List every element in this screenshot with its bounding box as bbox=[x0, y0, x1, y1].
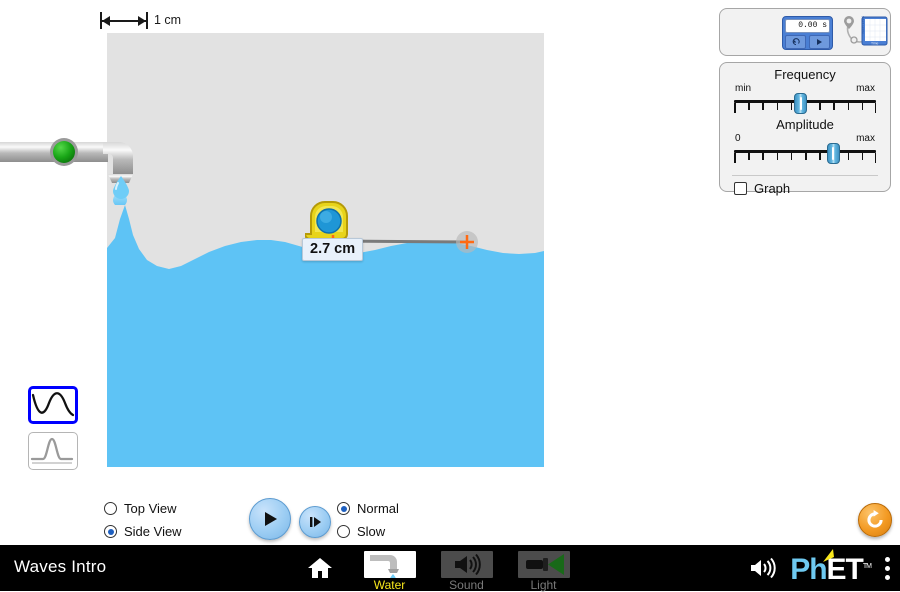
measuring-tape-readout: 2.7 cm bbox=[302, 238, 364, 261]
scale-bar: 1 cm bbox=[100, 10, 181, 30]
nav-tabs: Water Sound Light bbox=[300, 545, 571, 592]
radio-top-view-circle bbox=[104, 502, 117, 515]
tab-light[interactable]: Light bbox=[516, 545, 571, 592]
amplitude-ticks bbox=[734, 153, 876, 163]
radio-side-view-label: Side View bbox=[124, 524, 182, 539]
radio-normal-speed[interactable]: Normal bbox=[337, 498, 399, 519]
play-button[interactable] bbox=[249, 498, 291, 540]
faucet-knob bbox=[53, 141, 75, 163]
tab-sound-label: Sound bbox=[449, 578, 484, 592]
water-droplet-falling bbox=[113, 176, 129, 199]
reset-all-icon bbox=[867, 510, 883, 528]
radio-normal-label: Normal bbox=[357, 501, 399, 516]
amplitude-track-wrap[interactable] bbox=[734, 143, 876, 167]
toolbox-panel: 0.00 s Water Level Time bbox=[719, 8, 891, 56]
radio-slow-circle bbox=[337, 525, 350, 538]
scale-bar-right-arrow bbox=[138, 15, 146, 26]
phet-logo-tm: TM bbox=[862, 562, 872, 570]
radio-slow-label: Slow bbox=[357, 524, 386, 539]
tab-sound-thumb bbox=[440, 551, 493, 578]
sound-on-icon[interactable] bbox=[748, 556, 776, 580]
amplitude-slider[interactable]: 0 max bbox=[720, 133, 890, 167]
continuous-wave-button[interactable] bbox=[28, 386, 78, 424]
undo-icon bbox=[792, 38, 800, 46]
scale-bar-label: 1 cm bbox=[154, 13, 182, 27]
tab-light-label: Light bbox=[530, 578, 557, 592]
graph-checkbox-box bbox=[734, 182, 747, 195]
measuring-tape[interactable]: 2.7 cm bbox=[302, 200, 505, 270]
tab-water-thumb bbox=[363, 551, 416, 578]
amplitude-max-label: max bbox=[856, 133, 875, 144]
speed-radio-group: Normal Slow bbox=[337, 498, 399, 544]
frequency-slider[interactable]: min max bbox=[720, 83, 890, 117]
kebab-dot-1 bbox=[885, 556, 890, 562]
play-icon bbox=[265, 512, 277, 526]
tab-light-thumb bbox=[517, 551, 570, 578]
phet-logo-arrow-icon bbox=[823, 548, 835, 562]
reset-all-button[interactable] bbox=[858, 503, 892, 537]
scale-bar-line bbox=[102, 12, 146, 29]
play-icon bbox=[817, 39, 822, 45]
sine-wave-icon bbox=[31, 392, 75, 417]
phet-logo[interactable]: PhETTM bbox=[790, 548, 872, 585]
wave-meter-tool[interactable]: Water Level Time bbox=[840, 14, 888, 52]
graph-checkbox[interactable]: Graph bbox=[720, 176, 890, 196]
radio-slow-speed[interactable]: Slow bbox=[337, 521, 399, 542]
step-forward-button[interactable] bbox=[299, 505, 331, 538]
radio-top-view[interactable]: Top View bbox=[104, 498, 182, 519]
sim-title: Waves Intro bbox=[14, 557, 107, 576]
stopwatch-time: 0.00 s bbox=[785, 19, 830, 33]
svg-text:Water Level: Water Level bbox=[861, 16, 865, 34]
kebab-dot-3 bbox=[885, 574, 890, 580]
tab-water[interactable]: Water bbox=[362, 545, 417, 592]
frequency-max-label: max bbox=[856, 83, 875, 94]
navigation-bar: Waves Intro Water Sound Light PhETTM bbox=[0, 545, 900, 592]
amplitude-thumb[interactable] bbox=[826, 143, 840, 164]
frequency-title: Frequency bbox=[774, 67, 836, 82]
stopwatch-play-button[interactable] bbox=[809, 35, 830, 49]
amplitude-title: Amplitude bbox=[776, 117, 834, 132]
pulse-icon bbox=[30, 437, 74, 464]
radio-side-view[interactable]: Side View bbox=[104, 521, 182, 542]
stopwatch-tool[interactable]: 0.00 s bbox=[782, 16, 833, 50]
navbar-right-controls: PhETTM bbox=[748, 545, 890, 591]
svg-text:Time: Time bbox=[871, 42, 879, 46]
playback-controls bbox=[249, 498, 331, 540]
scale-bar-left-arrow bbox=[102, 15, 110, 26]
flashlight-icon bbox=[517, 551, 570, 578]
frequency-thumb[interactable] bbox=[794, 93, 808, 114]
home-button[interactable] bbox=[300, 545, 340, 591]
home-icon bbox=[308, 558, 332, 578]
frequency-track-wrap[interactable] bbox=[734, 93, 876, 117]
view-radio-group: Top View Side View bbox=[104, 498, 182, 544]
radio-top-view-label: Top View bbox=[124, 501, 177, 516]
faucet-icon bbox=[363, 551, 416, 578]
amplitude-range-labels: 0 max bbox=[734, 133, 876, 145]
tab-sound[interactable]: Sound bbox=[439, 545, 494, 592]
scale-bar-right-cap bbox=[146, 11, 148, 29]
stopwatch-buttons bbox=[785, 35, 830, 49]
tab-water-label: Water bbox=[373, 578, 406, 592]
graph-checkbox-label: Graph bbox=[754, 181, 791, 196]
speaker-icon bbox=[440, 551, 493, 578]
wave-control-panel: Frequency min max Amplitude 0 max Graph bbox=[719, 62, 891, 196]
stopwatch-reset-button[interactable] bbox=[785, 35, 806, 49]
radio-normal-circle bbox=[337, 502, 350, 515]
waveform-type-buttons bbox=[28, 386, 80, 478]
pulse-wave-button[interactable] bbox=[28, 432, 78, 470]
radio-side-view-circle bbox=[104, 525, 117, 538]
kebab-dot-2 bbox=[885, 565, 890, 571]
simulation-play-area: 1 cm 2.7 cm Top View Side View Normal Sl… bbox=[0, 0, 900, 545]
amplitude-min-label: 0 bbox=[735, 133, 741, 144]
frequency-min-label: min bbox=[735, 83, 752, 94]
kebab-menu-button[interactable] bbox=[885, 556, 890, 580]
step-forward-icon bbox=[310, 516, 321, 527]
